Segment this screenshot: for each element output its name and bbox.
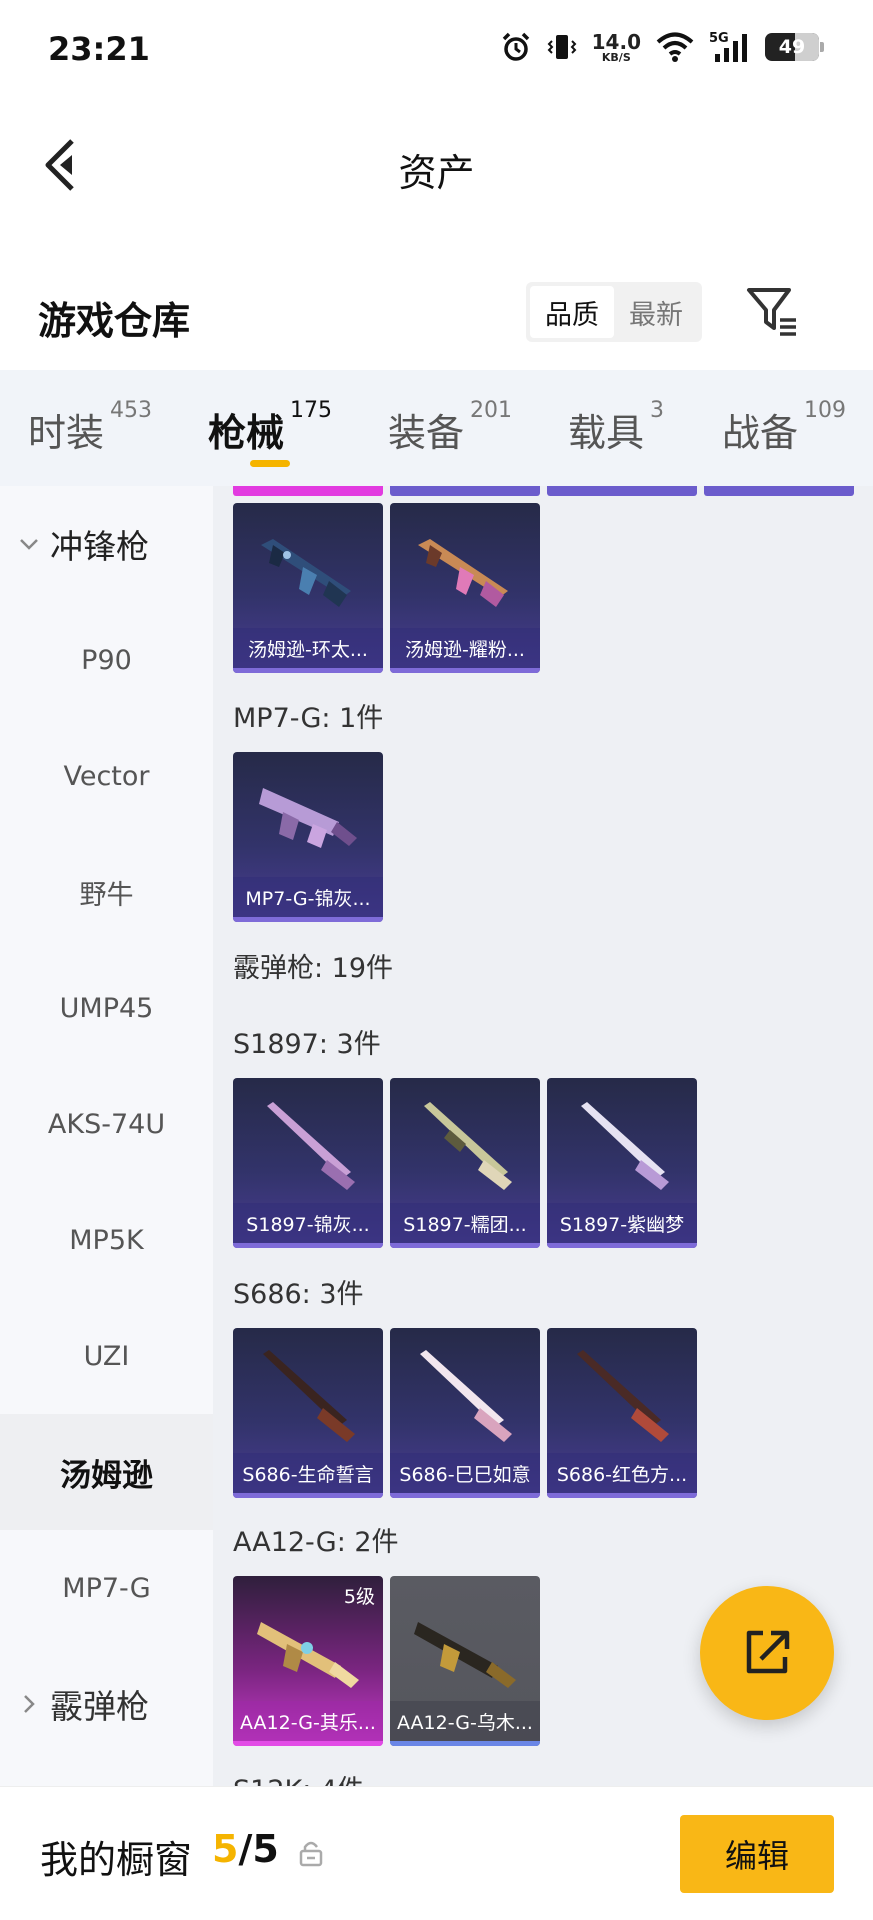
tab-firearms[interactable]: 枪械175 bbox=[208, 398, 332, 457]
showcase-count: 5/5 bbox=[212, 1827, 279, 1871]
sidebar-item-thompson[interactable]: 汤姆逊 bbox=[0, 1414, 213, 1530]
tab-count: 175 bbox=[290, 398, 333, 423]
shotgun-icon bbox=[577, 1350, 669, 1442]
tab-count: 109 bbox=[804, 398, 847, 423]
sidebar-item-bison[interactable]: 野牛 bbox=[0, 834, 213, 950]
tab-count: 201 bbox=[470, 398, 513, 423]
share-icon bbox=[746, 1630, 790, 1674]
alarm-icon bbox=[502, 32, 529, 61]
shotgun-icon bbox=[424, 1102, 512, 1190]
filter-button[interactable] bbox=[744, 284, 800, 340]
weapon-name: S686-生命誓言 bbox=[233, 1453, 383, 1493]
tab-vehicles[interactable]: 载具3 bbox=[568, 398, 664, 457]
weapon-card[interactable]: 汤姆逊-耀粉... bbox=[390, 503, 540, 673]
sidebar-item-ump45[interactable]: UMP45 bbox=[0, 950, 213, 1066]
page-title: 资产 bbox=[398, 151, 475, 195]
sort-latest-button[interactable]: 最新 bbox=[614, 286, 698, 338]
sidebar-item-vector[interactable]: Vector bbox=[0, 718, 213, 834]
chevron-right-icon bbox=[24, 1695, 35, 1713]
lock-icon bbox=[299, 1841, 323, 1867]
weapon-name: AA12-G-乌木... bbox=[390, 1701, 540, 1741]
showcase-bar: 我的橱窗 5/5 编辑 bbox=[0, 1786, 873, 1920]
tab-equipment[interactable]: 装备201 bbox=[388, 398, 512, 457]
shotgun-icon bbox=[420, 1350, 512, 1442]
smg-icon bbox=[259, 788, 357, 848]
partial-card[interactable] bbox=[704, 486, 854, 496]
active-tab-indicator bbox=[250, 460, 290, 467]
section-label-s686: S686: 3件 bbox=[233, 1279, 364, 1310]
status-bar: 23:21 14.0 KB/S 5G 49 bbox=[0, 0, 873, 100]
smg-icon bbox=[261, 539, 351, 607]
partial-card[interactable] bbox=[547, 486, 697, 496]
sidebar-item-mp5k[interactable]: MP5K bbox=[0, 1182, 213, 1298]
shotgun-icon bbox=[581, 1102, 669, 1190]
wifi-icon bbox=[656, 32, 694, 62]
category-tabs: 时装453 枪械175 装备201 载具3 战备109 bbox=[0, 370, 873, 486]
section-label-aa12g: AA12-G: 2件 bbox=[233, 1527, 399, 1558]
sort-quality-button[interactable]: 品质 bbox=[530, 286, 614, 338]
shotgun-icon bbox=[267, 1102, 355, 1190]
chevron-down-icon bbox=[20, 539, 38, 550]
status-icons: 14.0 KB/S 5G 49 bbox=[500, 29, 824, 64]
signal-5g-icon: 5G bbox=[709, 31, 747, 62]
section-label-shotgun: 霰弹枪: 19件 bbox=[233, 953, 394, 984]
battery-icon: 49 bbox=[765, 33, 824, 61]
weapon-name: 汤姆逊-环太... bbox=[233, 628, 383, 668]
tab-count: 3 bbox=[650, 398, 665, 423]
weapon-card[interactable]: MP7-G-锦灰... bbox=[233, 752, 383, 922]
tab-fashion[interactable]: 时装453 bbox=[28, 398, 152, 457]
sidebar-group-shotgun[interactable]: 霰弹枪 bbox=[0, 1646, 213, 1762]
warehouse-title: 游戏仓库 bbox=[38, 299, 191, 343]
sidebar-item-aks74u[interactable]: AKS-74U bbox=[0, 1066, 213, 1182]
weapon-name: S1897-锦灰... bbox=[233, 1203, 383, 1243]
vibrate-icon bbox=[547, 35, 577, 59]
status-time: 23:21 bbox=[48, 30, 150, 68]
sidebar-group-smg[interactable]: 冲锋枪 bbox=[0, 486, 213, 602]
section-label-mp7g: MP7-G: 1件 bbox=[233, 703, 384, 734]
filter-icon bbox=[747, 288, 796, 336]
weapon-name: S1897-糯团... bbox=[390, 1203, 540, 1243]
weapon-card[interactable]: S1897-锦灰... bbox=[233, 1078, 383, 1248]
weapon-card[interactable]: AA12-G-乌木... bbox=[390, 1576, 540, 1746]
net-speed: 14.0 KB/S bbox=[591, 29, 641, 64]
section-label-s1897: S1897: 3件 bbox=[233, 1029, 381, 1060]
weapon-name: 汤姆逊-耀粉... bbox=[390, 628, 540, 668]
weapon-card[interactable]: S1897-糯团... bbox=[390, 1078, 540, 1248]
weapon-name: MP7-G-锦灰... bbox=[233, 877, 383, 917]
battery-level: 49 bbox=[778, 36, 806, 58]
weapon-type-sidebar: 冲锋枪 P90 Vector 野牛 UMP45 AKS-74U MP5K UZI… bbox=[0, 486, 213, 1786]
weapon-name: AA12-G-其乐... bbox=[233, 1701, 383, 1741]
weapon-card[interactable]: S1897-紫幽梦 bbox=[547, 1078, 697, 1248]
edit-button[interactable]: 编辑 bbox=[680, 1815, 834, 1893]
network-label: 5G bbox=[709, 31, 729, 46]
sidebar-item-uzi[interactable]: UZI bbox=[0, 1298, 213, 1414]
weapon-name: S1897-紫幽梦 bbox=[547, 1203, 697, 1243]
shotgun-icon bbox=[414, 1622, 516, 1688]
weapon-name: S686-巳巳如意 bbox=[390, 1453, 540, 1493]
showcase-label: 我的橱窗 bbox=[40, 1838, 193, 1882]
share-button[interactable] bbox=[700, 1586, 834, 1720]
tab-count: 453 bbox=[110, 398, 153, 423]
weapon-name: S686-红色方... bbox=[547, 1453, 697, 1493]
partial-card[interactable] bbox=[233, 486, 383, 496]
nav-header: 资产 bbox=[0, 100, 873, 230]
weapon-card[interactable]: S686-红色方... bbox=[547, 1328, 697, 1498]
tab-supplies[interactable]: 战备109 bbox=[722, 398, 846, 457]
partial-card[interactable] bbox=[390, 486, 540, 496]
smg-icon bbox=[418, 539, 508, 607]
shotgun-icon bbox=[263, 1350, 355, 1442]
weapon-card[interactable]: S686-生命誓言 bbox=[233, 1328, 383, 1498]
weapon-card[interactable]: 5级 AA12-G-其乐... bbox=[233, 1576, 383, 1746]
sidebar-item-mp7g[interactable]: MP7-G bbox=[0, 1530, 213, 1646]
weapon-card[interactable]: 汤姆逊-环太... bbox=[233, 503, 383, 673]
warehouse-header: 游戏仓库 品质 最新 bbox=[0, 270, 873, 370]
sort-toggle: 品质 最新 bbox=[526, 282, 702, 342]
weapon-card[interactable]: S686-巳巳如意 bbox=[390, 1328, 540, 1498]
shotgun-icon bbox=[257, 1622, 359, 1688]
sidebar-item-p90[interactable]: P90 bbox=[0, 602, 213, 718]
section-label-s12k: S12K: 4件 bbox=[233, 1768, 364, 1786]
